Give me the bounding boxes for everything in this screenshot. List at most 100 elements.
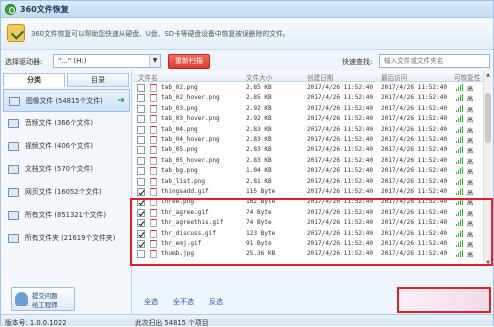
feedback-line1: 提交问题 bbox=[32, 292, 58, 300]
row-checkbox[interactable] bbox=[137, 177, 145, 186]
file-size: 2.83 KB bbox=[246, 146, 272, 154]
image-file-icon bbox=[150, 104, 157, 113]
file-list-header: 文件名 文件大小 创建日期 最后访问 可恢复性 bbox=[133, 71, 483, 82]
scroll-thumb[interactable] bbox=[485, 93, 491, 143]
info-banner: 360文件恢复可以帮助您快速从硬盘、U盘、SD卡等硬盘设备中恢复被误删除的文件。 bbox=[1, 18, 493, 50]
row-checkbox[interactable] bbox=[137, 136, 145, 144]
file-size: 2.81 KB bbox=[246, 177, 272, 185]
drive-value: "..." (H:) bbox=[58, 57, 87, 65]
file-created: 2017/4/26 11:52:40 bbox=[307, 115, 374, 123]
file-created: 2017/4/26 11:52:40 bbox=[307, 167, 374, 175]
select-none-link[interactable]: 全不选 bbox=[173, 297, 194, 307]
image-file-icon bbox=[150, 188, 157, 196]
sidebar-item-category[interactable]: 网页文件 (16052个文件) bbox=[3, 181, 130, 204]
col-name[interactable]: 文件名 bbox=[138, 72, 158, 82]
table-row[interactable]: thingsadd.gif 115 Byte 2017/4/26 11:52:40 2… bbox=[133, 187, 483, 198]
drive-select[interactable]: "..." (H:) ▼ bbox=[53, 54, 161, 68]
file-recoverability: 高 bbox=[467, 169, 474, 177]
tab-category[interactable]: 分类 bbox=[3, 73, 65, 87]
file-name: tab_04_hover.png bbox=[161, 136, 220, 143]
image-file-icon bbox=[150, 115, 157, 124]
title-bar[interactable]: 360文件恢复 bbox=[1, 1, 493, 18]
file-created: 2017/4/26 11:52:40 bbox=[307, 125, 374, 133]
chevron-down-icon[interactable]: ▼ bbox=[149, 55, 160, 67]
table-row[interactable]: tab_03.png 2.92 KB 2017/4/26 11:52:40 2017/… bbox=[133, 104, 483, 115]
document-icon bbox=[8, 165, 19, 174]
table-row[interactable]: tab_04_hover.png 2.83 KB 2017/4/26 11:52:4… bbox=[133, 135, 483, 146]
sidebar-item-category[interactable]: 所有文件夹 (21619个文件夹) bbox=[3, 227, 130, 250]
row-checkbox[interactable] bbox=[137, 94, 145, 103]
image-file-icon bbox=[150, 136, 157, 144]
drive-label: 选择驱动器: bbox=[5, 58, 43, 66]
row-checkbox[interactable] bbox=[137, 84, 145, 92]
image-file-icon bbox=[150, 167, 157, 176]
sidebar-item-category[interactable]: 音频文件 (366个文件) bbox=[3, 112, 130, 135]
file-size: 115 Byte bbox=[246, 188, 276, 195]
col-recoverability[interactable]: 可恢复性 bbox=[454, 72, 480, 82]
table-row[interactable]: tab_02_hover.png 2.85 KB 2017/4/26 11:52:4… bbox=[133, 93, 483, 104]
col-accessed[interactable]: 最后访问 bbox=[381, 72, 407, 82]
table-row[interactable]: tab_list.png 2.81 KB 2017/4/26 11:52:40 201… bbox=[133, 177, 483, 188]
table-row[interactable]: tab_05_hover.png 2.83 KB 2017/4/26 11:52:4… bbox=[133, 156, 483, 167]
row-checkbox[interactable] bbox=[137, 156, 145, 165]
file-name: tab_list.png bbox=[161, 177, 206, 185]
image-file-icon bbox=[150, 125, 157, 134]
row-checkbox[interactable] bbox=[137, 125, 145, 134]
sidebar-item-category[interactable]: 图像文件 (54815个文件) ➜ bbox=[3, 89, 130, 112]
file-name: tab_bg.png bbox=[161, 167, 198, 175]
toolbar: 选择驱动器: "..." (H:) ▼ 重新扫描 快速查找: bbox=[1, 51, 493, 71]
sidebar-item-category[interactable]: 视频文件 (406个文件) bbox=[3, 135, 130, 158]
file-name: tab_05_hover.png bbox=[161, 156, 220, 164]
file-recoverability: 高 bbox=[467, 106, 474, 114]
search-input[interactable] bbox=[379, 54, 490, 68]
tab-directory[interactable]: 目录 bbox=[67, 73, 129, 87]
table-row[interactable]: tab_05.png 2.83 KB 2017/4/26 11:52:40 2017/… bbox=[133, 145, 483, 156]
file-recoverability: 高 bbox=[467, 158, 474, 166]
select-all-link[interactable]: 全选 bbox=[144, 297, 158, 307]
table-row[interactable]: tab_03_hover.png 2.92 KB 2017/4/26 11:52:4… bbox=[133, 114, 483, 125]
feedback-button[interactable]: 提交问题 给工程师 bbox=[11, 287, 75, 311]
table-row[interactable]: tab_02.png 2.85 KB 2017/4/26 11:52:40 2017/… bbox=[133, 83, 483, 94]
image-file-icon bbox=[150, 156, 157, 165]
table-row[interactable]: tab_04.png 2.83 KB 2017/4/26 11:52:40 2017/… bbox=[133, 125, 483, 136]
sidebar-tabs: 分类 目录 bbox=[3, 73, 130, 87]
file-created: 2017/4/26 11:52:40 bbox=[307, 104, 374, 112]
file-size: 2.85 KB bbox=[246, 94, 272, 102]
file-created: 2017/4/26 11:52:40 bbox=[307, 136, 374, 143]
row-checkbox[interactable] bbox=[137, 188, 145, 196]
file-accessed: 2017/4/26 11:52:40 bbox=[381, 115, 448, 123]
sidebar-item-category[interactable]: 所有文件 (851321个文件) bbox=[3, 204, 130, 227]
invert-selection-link[interactable]: 反选 bbox=[209, 297, 223, 307]
category-label: 图像文件 (54815个文件) bbox=[26, 97, 103, 105]
search-label: 快速查找: bbox=[342, 58, 373, 66]
row-checkbox[interactable] bbox=[137, 115, 145, 124]
row-checkbox[interactable] bbox=[137, 146, 145, 155]
file-created: 2017/4/26 11:52:40 bbox=[307, 177, 374, 185]
file-recoverability: 高 bbox=[467, 179, 474, 187]
file-recoverability: 高 bbox=[467, 190, 474, 197]
sidebar-item-category[interactable]: 文档文件 (570个文件) bbox=[3, 158, 130, 181]
col-size[interactable]: 文件大小 bbox=[246, 72, 272, 82]
scroll-up-icon[interactable]: ▲ bbox=[484, 71, 491, 79]
feedback-line2: 给工程师 bbox=[32, 301, 58, 309]
category-label: 所有文件夹 (21619个文件夹) bbox=[25, 234, 116, 242]
category-list: 图像文件 (54815个文件) ➜ 音频文件 (366个文件) 视频文件 (406个文… bbox=[3, 89, 130, 250]
sidebar: 分类 目录 图像文件 (54815个文件) ➜ 音频文件 (366个文件) 视频文件 … bbox=[1, 71, 132, 314]
rescan-button[interactable]: 重新扫描 bbox=[168, 54, 210, 69]
signal-bars-icon bbox=[456, 156, 464, 164]
file-size: 2.83 KB bbox=[246, 136, 272, 143]
category-label: 所有文件 (851321个文件) bbox=[25, 211, 106, 219]
360-logo-icon bbox=[5, 4, 16, 15]
file-name: tab_05.png bbox=[161, 146, 198, 154]
row-checkbox[interactable] bbox=[137, 104, 145, 113]
recover-button[interactable] bbox=[397, 287, 491, 313]
file-name: tab_03.png bbox=[161, 104, 198, 112]
row-checkbox[interactable] bbox=[137, 167, 145, 176]
table-row[interactable]: tab_bg.png 1.04 KB 2017/4/26 11:52:40 2017/… bbox=[133, 166, 483, 177]
folder-icon bbox=[8, 234, 19, 243]
image-file-icon bbox=[150, 84, 157, 92]
category-label: 视频文件 (406个文件) bbox=[25, 142, 94, 150]
image-file-icon bbox=[150, 146, 157, 155]
col-created[interactable]: 创建日期 bbox=[307, 72, 333, 82]
signal-bars-icon bbox=[456, 146, 464, 154]
